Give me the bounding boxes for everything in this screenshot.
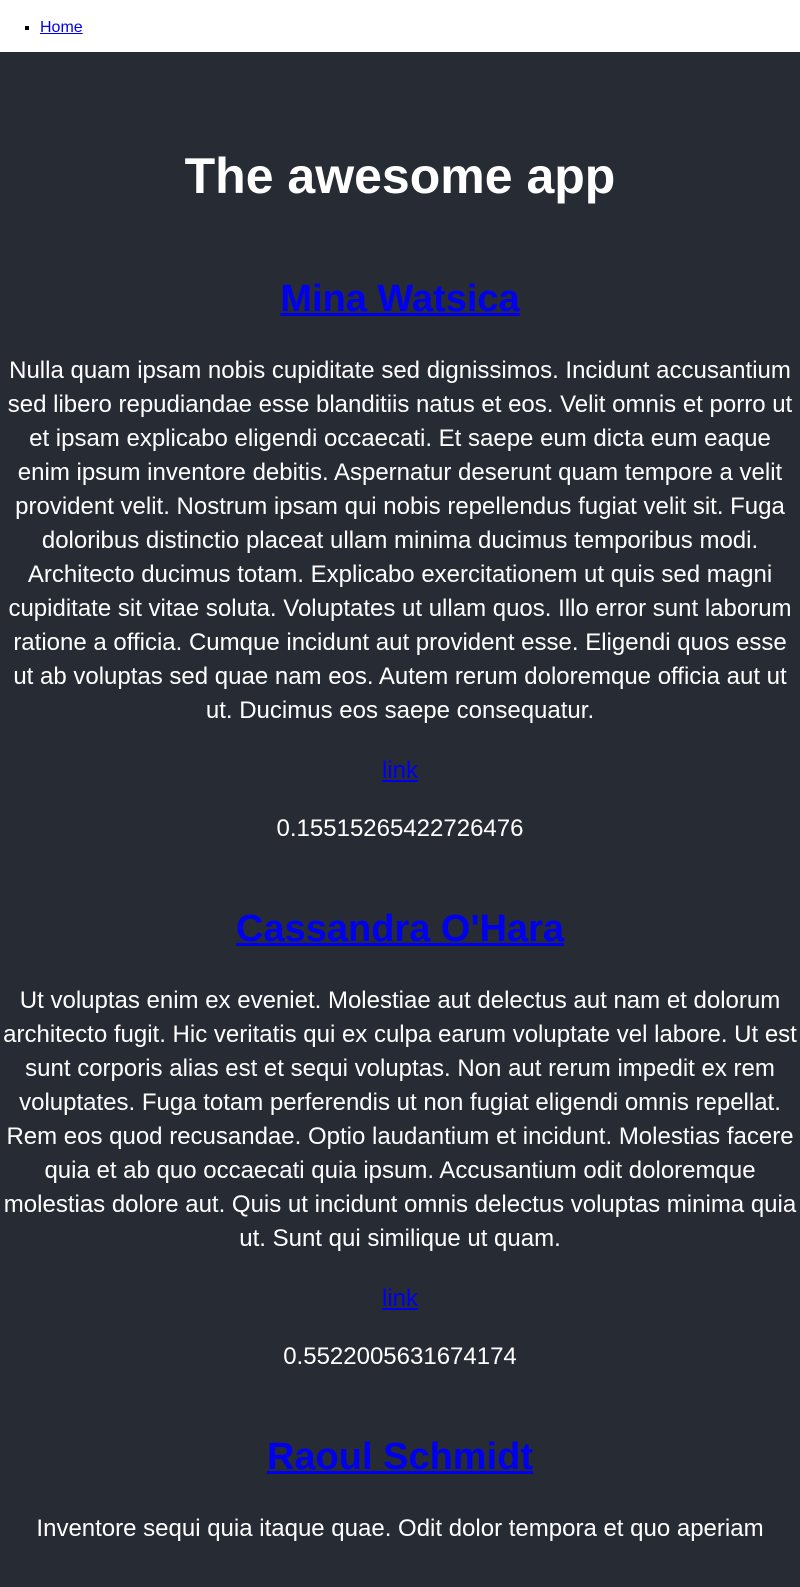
- post-link[interactable]: link: [382, 1285, 418, 1312]
- app-main: The awesome app Mina Watsica Nulla quam …: [0, 52, 800, 1587]
- nav-item-home: Home: [40, 17, 800, 38]
- post-card: Cassandra O'Hara Ut voluptas enim ex eve…: [0, 906, 800, 1372]
- post-title: Mina Watsica: [0, 276, 800, 322]
- post-link-row: link: [0, 1284, 800, 1314]
- post-title-link[interactable]: Raoul Schmidt: [267, 1436, 533, 1478]
- home-link[interactable]: Home: [40, 19, 83, 36]
- post-number: 0.5522005631674174: [283, 1343, 517, 1370]
- post-number: 0.15515265422726476: [276, 815, 524, 842]
- post-card: Raoul Schmidt Inventore sequi quia itaqu…: [0, 1434, 800, 1546]
- post-body: Inventore sequi quia itaque quae. Odit d…: [36, 1515, 764, 1542]
- post-title-link[interactable]: Mina Watsica: [280, 278, 519, 320]
- post-title: Raoul Schmidt: [0, 1434, 800, 1480]
- post-title: Cassandra O'Hara: [0, 906, 800, 952]
- nav-list: Home: [0, 17, 800, 38]
- post-card: Mina Watsica Nulla quam ipsam nobis cupi…: [0, 276, 800, 844]
- page-title: The awesome app: [184, 148, 616, 204]
- post-link-row: link: [0, 756, 800, 786]
- post-body: Ut voluptas enim ex eveniet. Molestiae a…: [3, 987, 797, 1252]
- post-list: Mina Watsica Nulla quam ipsam nobis cupi…: [0, 276, 800, 1546]
- post-body: Nulla quam ipsam nobis cupiditate sed di…: [7, 357, 793, 724]
- top-navigation: Home: [0, 0, 800, 52]
- post-link[interactable]: link: [382, 757, 418, 784]
- post-title-link[interactable]: Cassandra O'Hara: [236, 908, 564, 950]
